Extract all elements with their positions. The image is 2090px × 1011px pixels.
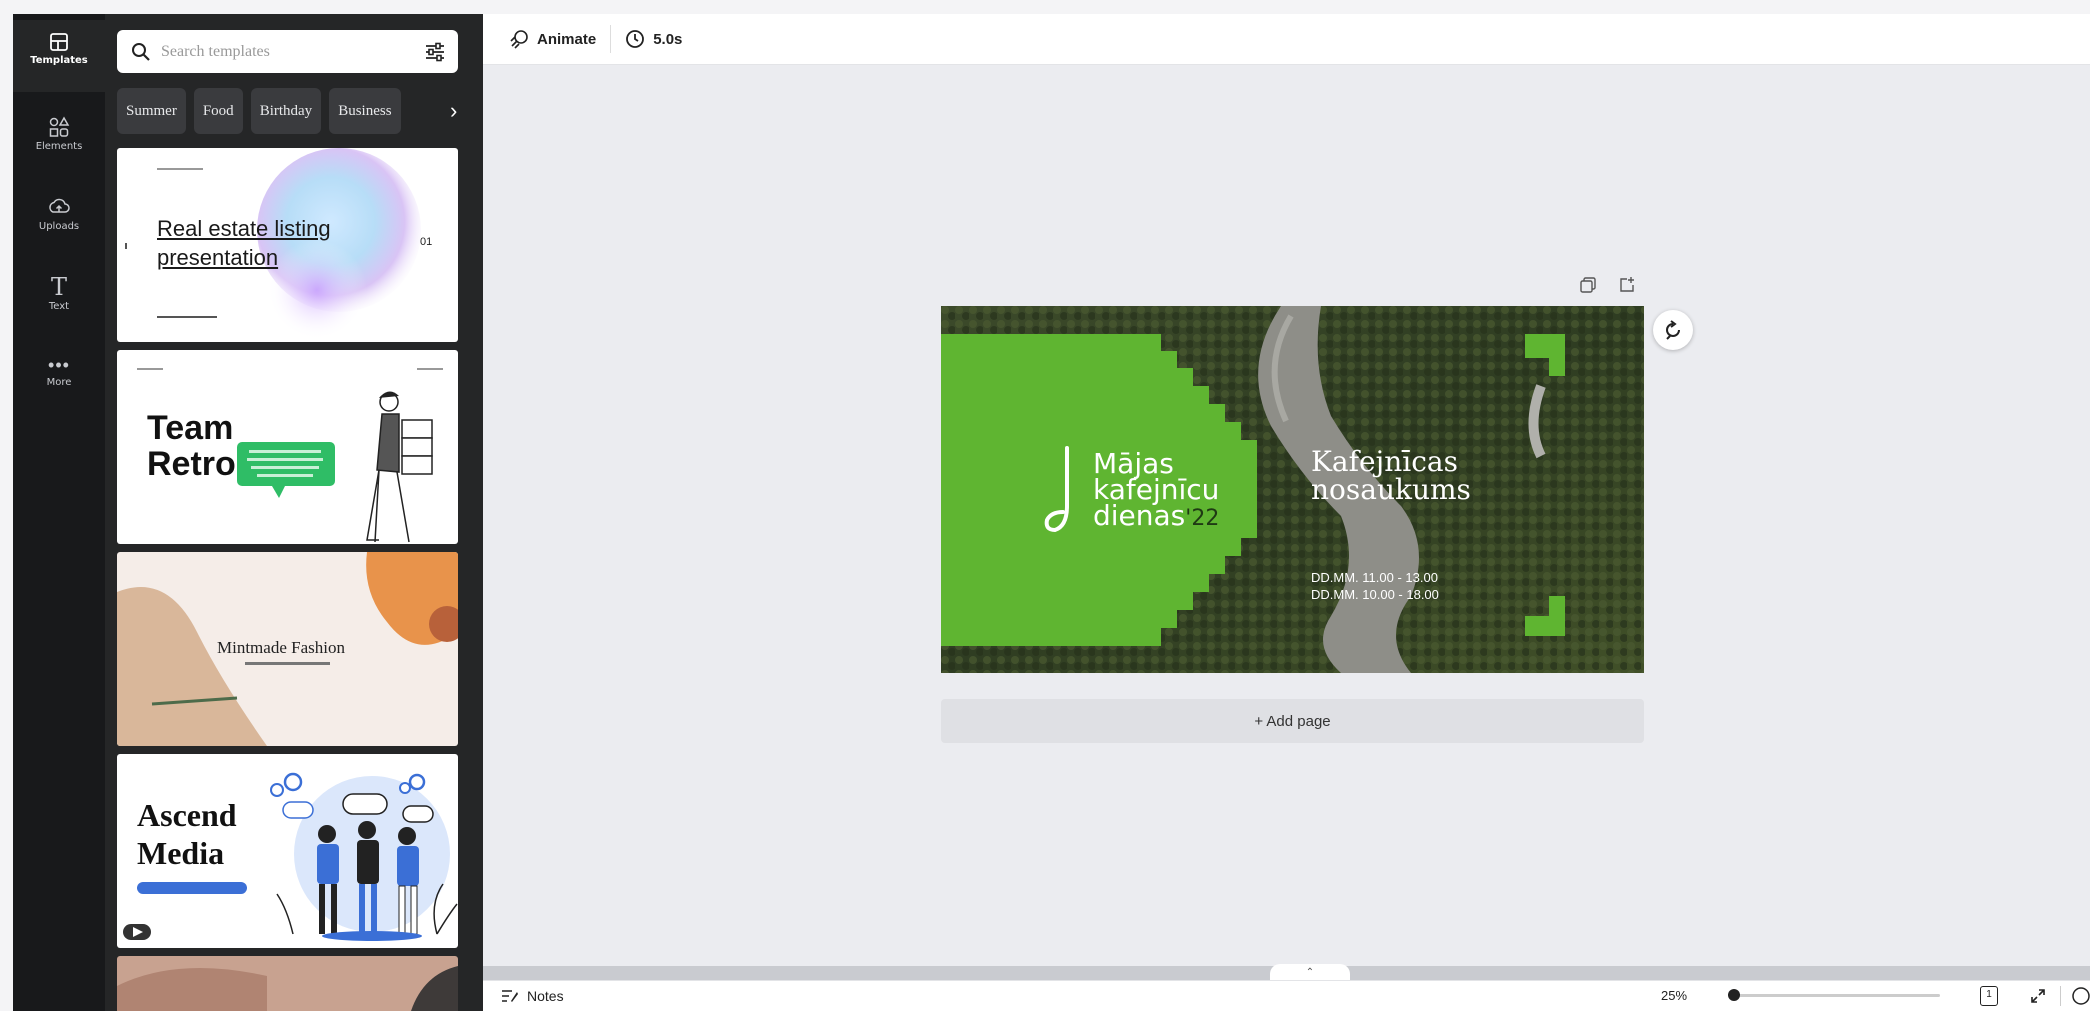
duplicate-page-icon[interactable] xyxy=(1579,276,1597,294)
rotate-icon xyxy=(1666,320,1680,340)
brand-line3: dienas xyxy=(1093,499,1186,532)
rail-item-uploads[interactable]: Uploads xyxy=(13,184,105,254)
rail-item-templates[interactable]: Templates xyxy=(13,20,105,92)
abstract-shapes-art xyxy=(117,966,458,1011)
template-title-line2: Retro xyxy=(147,445,236,483)
hours-line2: DD.MM. 10.00 - 18.00 xyxy=(1311,587,1439,602)
chip-food[interactable]: Food xyxy=(193,88,243,134)
add-page-icon[interactable] xyxy=(1618,276,1636,294)
slide-page[interactable]: Mājas kafejnīcu dienas'22 Kafejnīcas nos… xyxy=(941,306,1644,673)
zoom-slider[interactable] xyxy=(1728,994,1940,997)
chevron-right-icon[interactable]: › xyxy=(450,98,457,124)
animate-button[interactable]: Animate xyxy=(495,29,610,49)
notes-button[interactable]: Notes xyxy=(501,988,564,1004)
rail-item-more[interactable]: ••• More xyxy=(13,344,105,414)
hours-line1: DD.MM. 11.00 - 13.00 xyxy=(1311,570,1438,585)
page-count-button[interactable]: 1 xyxy=(1980,986,1998,1006)
animate-icon xyxy=(510,30,528,49)
template-card-mintmade-fashion[interactable]: Mintmade Fashion xyxy=(117,552,458,746)
template-title-line1: Ascend xyxy=(137,797,237,833)
rail-item-elements[interactable]: Elements xyxy=(13,104,105,174)
notes-label: Notes xyxy=(527,988,564,1004)
template-title: Mintmade Fashion xyxy=(217,638,345,657)
icon-rail: Templates Elements Uploads T Text ••• Mo… xyxy=(13,14,105,1011)
template-card-team-retro[interactable]: Team Retro xyxy=(117,350,458,544)
zoom-label: 25% xyxy=(1661,988,1688,1003)
category-chips: Summer Food Birthday Business xyxy=(117,88,401,134)
chip-summer[interactable]: Summer xyxy=(117,88,186,134)
page-count: 1 xyxy=(1986,989,1992,1000)
template-card-real-estate[interactable]: Real estate listing presentation 01 xyxy=(117,148,458,342)
rail-label-text: Text xyxy=(48,301,70,312)
duration-label: 5.0s xyxy=(653,30,683,48)
chip-business[interactable]: Business xyxy=(329,88,401,134)
search-icon xyxy=(132,42,150,61)
templates-icon xyxy=(50,33,68,51)
fullscreen-icon[interactable] xyxy=(2029,987,2047,1005)
template-subtitle-placeholder xyxy=(245,662,330,665)
cafe-name-line2: nosaukums xyxy=(1311,473,1471,506)
templates-panel: Summer Food Birthday Business › xyxy=(105,14,483,1011)
template-title-line2: Media xyxy=(137,835,225,871)
brand-line3-row: dienas'22 xyxy=(1093,502,1220,532)
help-icon[interactable] xyxy=(2072,987,2090,1005)
add-page-button[interactable]: + Add page xyxy=(941,699,1644,743)
rail-label-templates: Templates xyxy=(30,55,88,66)
ladle-logo-icon xyxy=(1044,446,1069,533)
editor-toolbar: Animate 5.0s xyxy=(483,14,2090,65)
animate-label: Animate xyxy=(537,30,597,48)
bottom-bar: Notes 25% 1 xyxy=(483,980,2090,1011)
bottombar-divider xyxy=(2060,986,2061,1006)
duration-button[interactable]: 5.0s xyxy=(611,29,696,49)
rail-label-more: More xyxy=(46,377,72,388)
upload-icon xyxy=(49,198,70,213)
template-page-number: 01 xyxy=(420,236,433,248)
brand-year: '22 xyxy=(1185,506,1220,531)
zoom-slider-thumb[interactable] xyxy=(1728,989,1740,1001)
rail-label-uploads: Uploads xyxy=(38,221,80,232)
chevron-up-icon[interactable]: ⌃ xyxy=(1270,964,1350,981)
rail-item-text[interactable]: T Text xyxy=(13,264,105,334)
template-card-ascend-media[interactable]: Ascend Media xyxy=(117,754,458,948)
notes-icon xyxy=(502,990,518,1002)
template-title: Real estate listing presentation xyxy=(157,216,331,270)
filter-icon[interactable] xyxy=(424,41,446,63)
more-icon: ••• xyxy=(48,355,70,375)
template-title-line1: Team xyxy=(147,409,234,447)
chip-birthday[interactable]: Birthday xyxy=(250,88,322,134)
text-icon: T xyxy=(50,273,67,301)
search-input[interactable] xyxy=(161,42,391,61)
template-card-partial[interactable] xyxy=(117,956,458,1011)
cafe-name-line1: Kafejnīcas xyxy=(1311,445,1458,478)
search-bar[interactable] xyxy=(117,30,458,73)
window-top-strip xyxy=(0,0,2090,14)
rotate-button[interactable] xyxy=(1653,310,1693,350)
elements-icon xyxy=(49,116,70,137)
window-left-strip xyxy=(0,0,13,1011)
rail-label-elements: Elements xyxy=(35,141,83,152)
clock-icon xyxy=(626,30,645,48)
